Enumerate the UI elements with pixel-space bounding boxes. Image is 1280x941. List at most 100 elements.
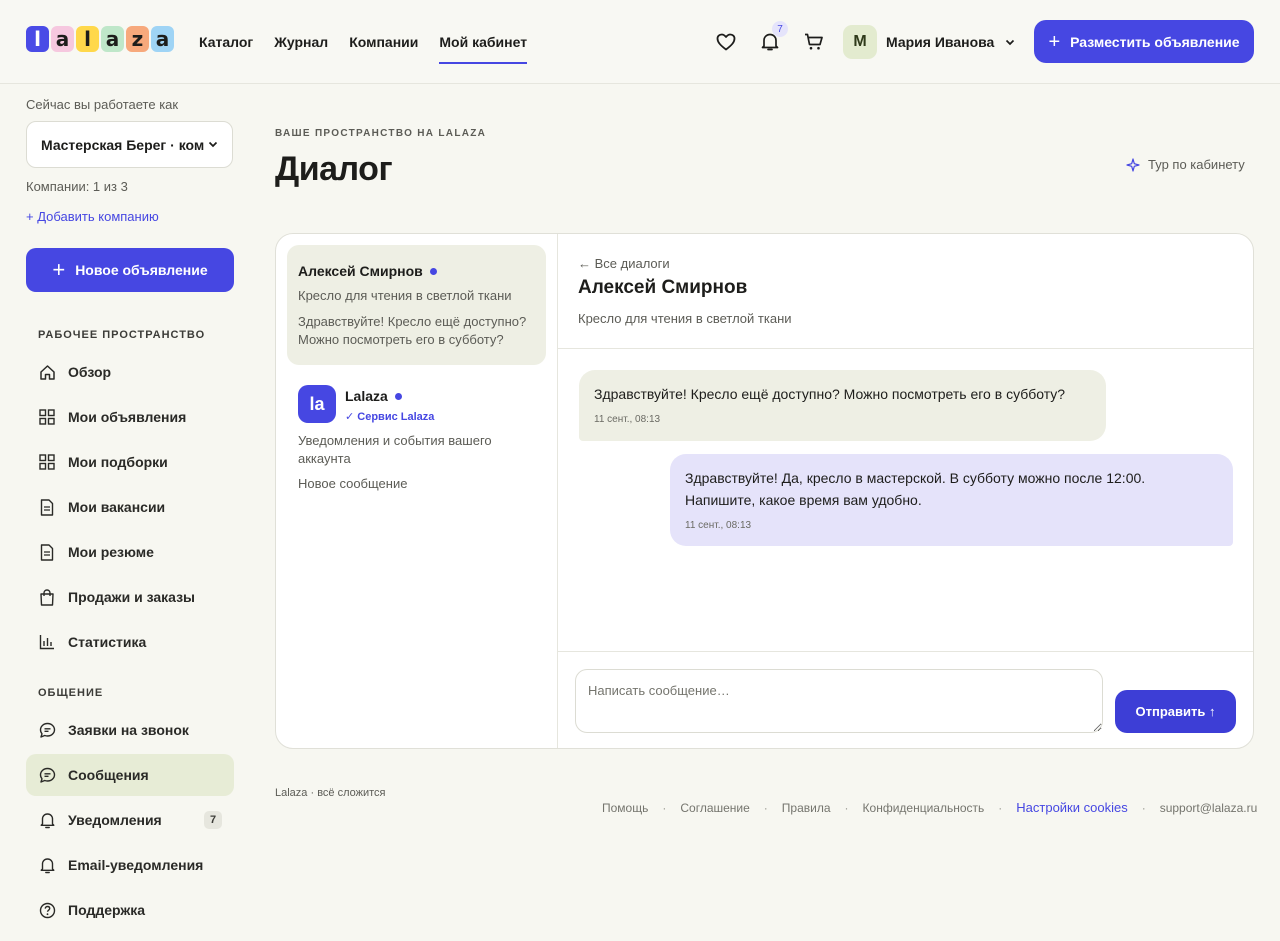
company-select[interactable]: Мастерская Берег · ком [26, 121, 233, 168]
verified-service-tag: ✓ Сервис Lalaza [345, 411, 435, 423]
sidebar-item-notifications[interactable]: Уведомления 7 [26, 799, 234, 841]
home-icon [38, 363, 56, 381]
logo-letter: l [26, 26, 49, 52]
footer-links: Помощь · Соглашение · Правила · Конфиден… [602, 800, 1257, 815]
sidebar-item-overview[interactable]: Обзор [26, 351, 234, 393]
all-dialogs-link[interactable]: ← Все диалоги [578, 256, 670, 271]
message-text: Здравствуйте! Кресло ещё доступно? Можно… [594, 386, 1066, 402]
sidebar-item-label: Мои вакансии [68, 499, 166, 515]
user-menu[interactable]: М Мария Иванова [843, 25, 1015, 59]
sidebar-item-my-resumes[interactable]: Мои резюме [26, 531, 234, 573]
chevron-down-icon [1005, 39, 1015, 46]
help-icon [38, 901, 56, 919]
sidebar: Сейчас вы работаете как Мастерская Берег… [0, 85, 258, 941]
dialog-item-aleksey[interactable]: Алексей Смирнов Кресло для чтения в свет… [287, 245, 546, 365]
lalaza-avatar: la [298, 385, 336, 423]
nav-journal[interactable]: Журнал [274, 0, 328, 84]
dialog-subtitle: Кресло для чтения в светлой ткани [298, 288, 512, 303]
logo-letter: l [76, 26, 99, 52]
sidebar-item-call-requests[interactable]: Заявки на звонок [26, 709, 234, 751]
sidebar-item-my-vacancies[interactable]: Мои вакансии [26, 486, 234, 528]
footer-separator: · [763, 800, 768, 815]
grid-icon [38, 453, 56, 471]
dialog-item-lalaza[interactable]: la Lalaza ✓ Сервис Lalaza Уведомления и … [287, 385, 546, 495]
unread-dot [394, 392, 402, 400]
footer-separator: · [998, 800, 1003, 815]
workspace-section-title: РАБОЧЕЕ ПРОСТРАНСТВО [38, 329, 206, 341]
heart-icon[interactable] [714, 30, 738, 54]
new-listing-button[interactable]: + Новое объявление [26, 248, 234, 292]
sidebar-item-label: Уведомления [68, 812, 162, 828]
communication-section-title: ОБЩЕНИЕ [38, 687, 104, 699]
plus-icon: + [52, 257, 66, 282]
footer-separator: · [662, 800, 667, 815]
chevron-down-icon [208, 141, 218, 148]
unread-dot [429, 267, 437, 275]
avatar: М [843, 25, 877, 59]
lalaza-logo[interactable]: l a l a z a [26, 26, 174, 56]
post-listing-button[interactable]: + Разместить объявление [1034, 20, 1254, 63]
conversation-header: ← Все диалоги Алексей Смирнов Кресло для… [558, 234, 1253, 349]
nav-my-cabinet[interactable]: Мой кабинет [439, 0, 527, 84]
dialog-subtitle: Уведомления и события вашего аккаунта [298, 433, 492, 466]
footer-link-agreement[interactable]: Соглашение [680, 801, 749, 815]
sidebar-item-messages[interactable]: Сообщения [26, 754, 234, 796]
sidebar-item-label: Сообщения [68, 767, 149, 783]
dialog-preview: Новое сообщение [298, 476, 408, 491]
message-input[interactable] [575, 669, 1103, 733]
logo-letter: a [151, 26, 174, 52]
sidebar-item-label: Заявки на звонок [68, 722, 189, 738]
post-listing-label: Разместить объявление [1070, 33, 1240, 50]
chat-panel: Алексей Смирнов Кресло для чтения в свет… [275, 233, 1254, 749]
message-composer: Отправить ↑ [558, 651, 1253, 748]
bell-icon [38, 811, 56, 829]
document-icon [38, 543, 56, 561]
cabinet-tour-label: Тур по кабинету [1148, 157, 1245, 172]
dialog-preview: Здравствуйте! Кресло ещё доступно? Можно… [298, 314, 527, 347]
sidebar-item-statistics[interactable]: Статистика [26, 621, 234, 663]
footer-link-rules[interactable]: Правила [782, 801, 831, 815]
nav-companies[interactable]: Компании [349, 0, 418, 84]
plus-icon: + [1048, 30, 1061, 53]
nav-catalog[interactable]: Каталог [199, 0, 253, 84]
footer-link-cookie-settings[interactable]: Настройки cookies [1016, 800, 1127, 815]
sidebar-item-label: Мои объявления [68, 409, 187, 425]
grid-icon [38, 408, 56, 426]
footer-separator: · [844, 800, 849, 815]
footer-separator: · [1141, 800, 1146, 815]
sidebar-item-support[interactable]: Поддержка [26, 889, 234, 931]
cart-icon[interactable] [802, 30, 826, 54]
chat-icon [38, 766, 56, 784]
page-title: Диалог [275, 150, 393, 188]
conversation-name: Алексей Смирнов [578, 277, 748, 298]
dialog-name: Lalaza [345, 388, 434, 404]
sidebar-item-my-listings[interactable]: Мои объявления [26, 396, 234, 438]
footer-link-support-email[interactable]: support@lalaza.ru [1160, 801, 1258, 815]
bag-icon [38, 588, 56, 606]
logo-letter: z [126, 26, 149, 52]
add-company-link[interactable]: + Добавить компанию [26, 209, 159, 224]
sidebar-item-label: Email-уведомления [68, 857, 204, 873]
footer-link-help[interactable]: Помощь [602, 801, 648, 815]
dialog-name-text: Алексей Смирнов [298, 263, 423, 279]
sidebar-item-my-collections[interactable]: Мои подборки [26, 441, 234, 483]
sidebar-item-sales-orders[interactable]: Продажи и заказы [26, 576, 234, 618]
bell-icon [38, 856, 56, 874]
message-time: 11 сент., 08:13 [594, 414, 661, 425]
company-select-value: Мастерская Берег · ком [41, 136, 205, 153]
cabinet-tour-link[interactable]: Тур по кабинету [1126, 157, 1245, 172]
dialog-list: Алексей Смирнов Кресло для чтения в свет… [276, 234, 558, 748]
send-button[interactable]: Отправить ↑ [1115, 690, 1236, 733]
logo-letter: a [51, 26, 74, 52]
dialog-name: Алексей Смирнов [298, 263, 535, 279]
sidebar-item-label: Мои резюме [68, 544, 154, 560]
logo-letter: a [101, 26, 124, 52]
new-listing-label: Новое объявление [75, 262, 208, 278]
sidebar-item-email-notifications[interactable]: Email-уведомления [26, 844, 234, 886]
working-as-label: Сейчас вы работаете как [26, 97, 179, 112]
top-header: l a l a z a Каталог Журнал Компании Мой … [0, 0, 1280, 84]
footer-link-privacy[interactable]: Конфиденциальность [863, 801, 985, 815]
document-icon [38, 498, 56, 516]
message-outgoing: Здравствуйте! Да, кресло в мастерской. В… [670, 454, 1233, 546]
message-incoming: Здравствуйте! Кресло ещё доступно? Можно… [579, 370, 1106, 441]
